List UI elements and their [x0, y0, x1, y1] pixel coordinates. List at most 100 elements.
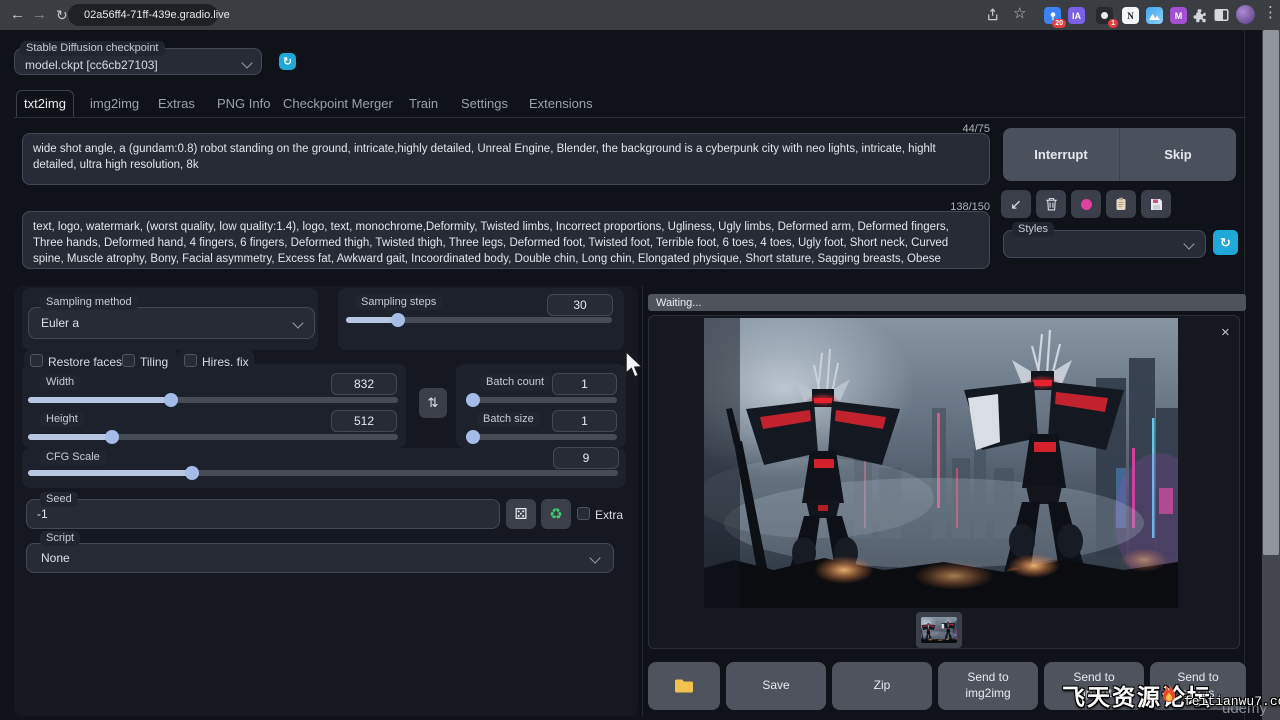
ext-image-icon[interactable]: [1146, 7, 1163, 24]
chevron-down-icon: [589, 552, 600, 563]
app-right-border: [1244, 30, 1245, 720]
height-label: Height: [40, 412, 84, 427]
generated-image[interactable]: [704, 318, 1178, 608]
extra-networks-card-icon: [1081, 199, 1092, 210]
restore-faces-checkbox[interactable]: [30, 354, 43, 367]
ext-screenshot-badge: 1: [1108, 19, 1118, 28]
extra-networks-button[interactable]: [1071, 190, 1101, 218]
checkpoint-label: Stable Diffusion checkpoint: [20, 41, 165, 56]
trash-icon: [1045, 197, 1058, 211]
styles-refresh-button[interactable]: ↻: [1213, 230, 1238, 255]
reuse-seed-button[interactable]: ♻: [541, 499, 571, 529]
height-input[interactable]: 512: [331, 410, 397, 432]
batch-size-slider[interactable]: [466, 434, 617, 440]
refresh-icon[interactable]: ↻: [56, 0, 68, 30]
zip-button[interactable]: Zip: [832, 662, 932, 710]
chevron-down-icon: [1183, 238, 1194, 249]
recycle-icon: ♻: [549, 505, 562, 523]
gallery-thumbnail[interactable]: [921, 617, 957, 643]
paste-params-button[interactable]: ↙: [1001, 190, 1031, 218]
seed-extra-checkbox[interactable]: [577, 507, 590, 520]
batch-size-input[interactable]: 1: [552, 410, 617, 432]
tab-checkpoint-merger[interactable]: Checkpoint Merger: [283, 96, 393, 111]
ext-pin-icon[interactable]: 20: [1044, 7, 1061, 24]
seed-label: Seed: [40, 492, 78, 507]
tiling-label: Tiling: [140, 355, 168, 369]
sidebar-toggle-icon[interactable]: [1214, 8, 1229, 27]
hires-fix-label: Hires. fix: [202, 355, 249, 369]
back-icon[interactable]: ←: [10, 0, 25, 30]
tab-settings[interactable]: Settings: [461, 96, 508, 111]
tab-extras[interactable]: Extras: [158, 96, 195, 111]
width-slider[interactable]: [28, 397, 398, 403]
prompt-textarea[interactable]: wide shot angle, a (gundam:0.8) robot st…: [22, 133, 990, 185]
hires-fix-checkbox[interactable]: [184, 354, 197, 367]
cfg-scale-input[interactable]: 9: [553, 447, 619, 469]
open-folder-button[interactable]: [648, 662, 720, 710]
ext-screenshot-icon[interactable]: 1: [1096, 7, 1113, 24]
tab-img2img[interactable]: img2img: [90, 96, 139, 111]
cfg-scale-slider[interactable]: [28, 470, 618, 476]
sampling-method-dropdown[interactable]: Euler a: [28, 307, 315, 339]
send-to-img2img-button[interactable]: Send to img2img: [938, 662, 1038, 710]
share-icon[interactable]: [985, 7, 1000, 27]
script-dropdown[interactable]: None: [26, 543, 614, 573]
close-preview-icon[interactable]: ×: [1221, 324, 1230, 341]
extensions-puzzle-icon[interactable]: [1192, 8, 1207, 28]
tab-train[interactable]: Train: [409, 96, 438, 111]
url-text: 02a56ff4-71ff-439e.gradio.live: [84, 9, 230, 21]
random-seed-button[interactable]: ⚄: [506, 499, 536, 529]
interrupt-button[interactable]: Interrupt: [1003, 128, 1120, 181]
tab-png-info[interactable]: PNG Info: [217, 96, 270, 111]
interrupt-skip-group: Interrupt Skip: [1003, 128, 1236, 181]
address-bar[interactable]: 02a56ff4-71ff-439e.gradio.live: [68, 4, 218, 26]
bookmark-star-icon[interactable]: ☆: [1013, 4, 1026, 22]
swap-dimensions-button[interactable]: ⇅: [419, 388, 447, 418]
negative-prompt-textarea[interactable]: text, logo, watermark, (worst quality, l…: [22, 211, 990, 269]
seed-input[interactable]: -1: [26, 499, 500, 529]
script-label: Script: [40, 531, 80, 546]
tab-txt2img[interactable]: txt2img: [16, 90, 74, 117]
clipboard-icon: [1115, 197, 1127, 211]
tab-underline: [14, 117, 1246, 118]
script-value: None: [41, 551, 70, 565]
skip-button[interactable]: Skip: [1120, 128, 1236, 181]
width-input[interactable]: 832: [331, 373, 397, 395]
cfg-scale-label: CFG Scale: [40, 450, 106, 465]
sampling-method-value: Euler a: [41, 316, 79, 330]
sampling-steps-input[interactable]: 30: [547, 294, 613, 316]
ext-m-icon[interactable]: M: [1170, 7, 1187, 24]
forward-icon[interactable]: →: [32, 0, 47, 30]
watermark-flame-icon: [1158, 682, 1180, 711]
checkpoint-refresh-button[interactable]: ↻: [279, 53, 296, 70]
save-button[interactable]: Save: [726, 662, 826, 710]
ext-pin-badge: 20: [1052, 19, 1066, 28]
batch-count-label: Batch count: [480, 375, 550, 390]
sampling-steps-slider[interactable]: [346, 317, 612, 323]
restore-faces-label: Restore faces: [48, 355, 122, 369]
swap-arrows-icon: ⇅: [428, 395, 439, 411]
browser-menu-icon[interactable]: ⋮: [1263, 3, 1278, 21]
browser-toolbar: ← → ↻ 02a56ff4-71ff-439e.gradio.live ☆ 2…: [0, 0, 1280, 30]
floppy-icon: [1150, 198, 1163, 211]
scrollbar-thumb[interactable]: [1263, 30, 1279, 555]
styles-label: Styles: [1012, 222, 1054, 237]
ext-notion-icon[interactable]: N: [1122, 7, 1139, 24]
batch-count-slider[interactable]: [466, 397, 617, 403]
batch-count-input[interactable]: 1: [552, 373, 617, 395]
cfg-block: [22, 448, 626, 488]
tiling-checkbox[interactable]: [122, 354, 135, 367]
tab-extensions[interactable]: Extensions: [529, 96, 593, 111]
clear-prompt-button[interactable]: [1036, 190, 1066, 218]
apply-style-button[interactable]: [1106, 190, 1136, 218]
height-slider[interactable]: [28, 434, 398, 440]
chevron-down-icon: [241, 57, 252, 68]
watermark-site-text: feitianwu7.com: [1184, 694, 1280, 709]
save-style-button[interactable]: [1141, 190, 1171, 218]
seed-extra-label: Extra: [595, 508, 623, 522]
sampling-method-label: Sampling method: [40, 295, 138, 310]
profile-avatar[interactable]: [1236, 5, 1255, 24]
mouse-cursor: [624, 352, 644, 383]
ext-ia-icon[interactable]: IA: [1068, 7, 1085, 24]
column-divider: [642, 286, 643, 716]
